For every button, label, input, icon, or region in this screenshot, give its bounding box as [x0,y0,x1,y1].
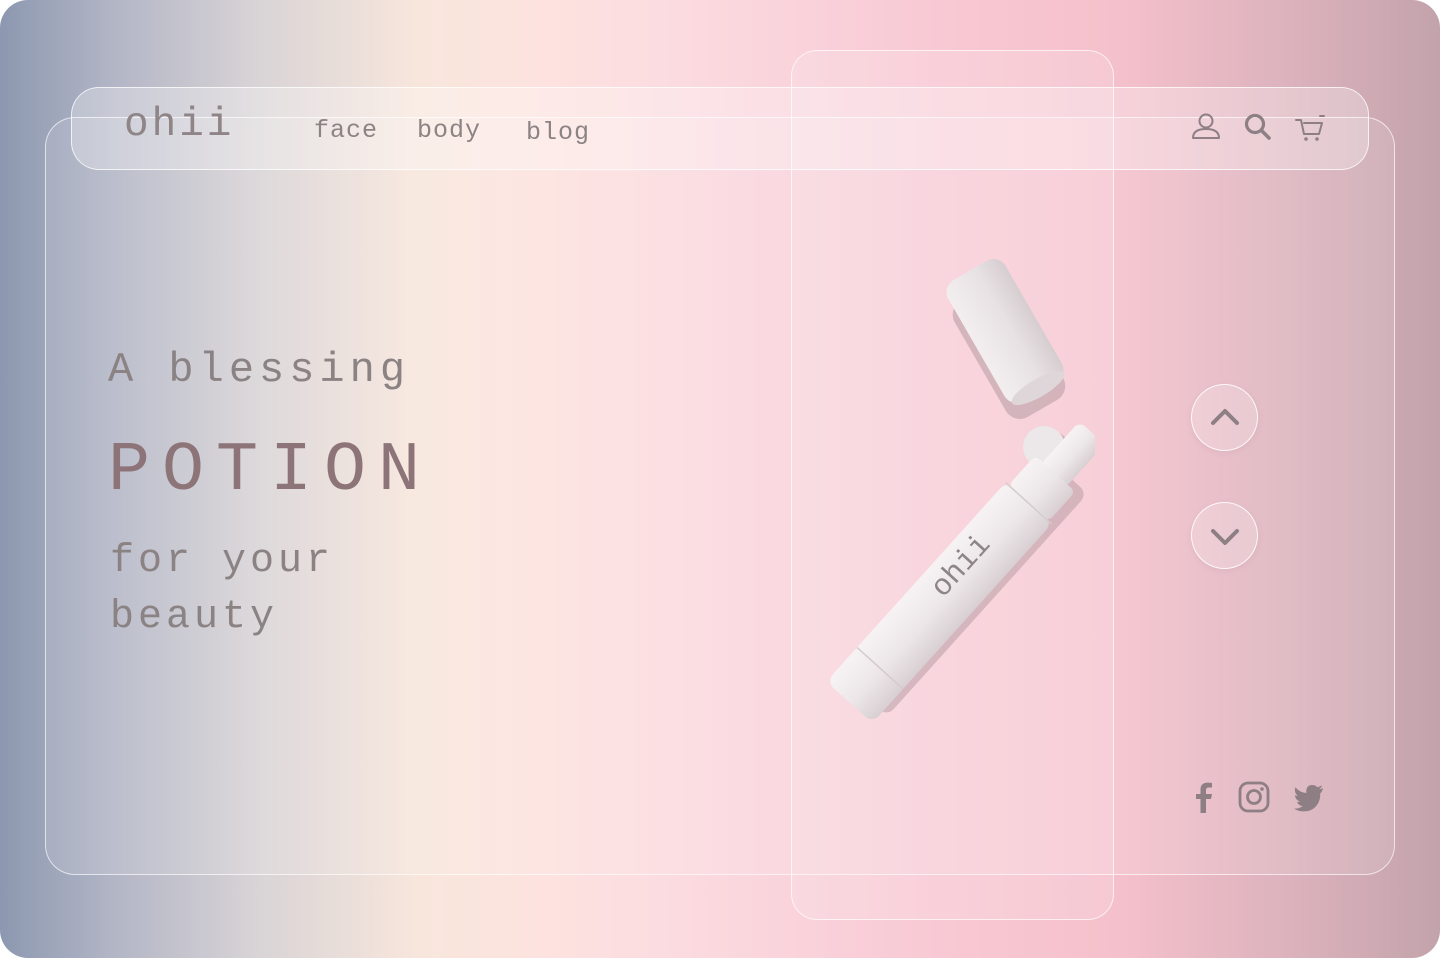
nav-link-face[interactable]: face [314,116,378,145]
hero-tagline: A blessing [108,346,411,394]
product-pen: ohii [830,424,1102,720]
instagram-icon[interactable] [1237,780,1271,814]
product-cap [946,259,1065,406]
facebook-icon[interactable] [1187,780,1221,814]
carousel-up-button[interactable] [1191,384,1258,451]
page-background: ohii face body blog A blessing POTION fo… [0,0,1440,958]
hero-title: POTION [108,432,433,511]
brand-logo[interactable]: ohii [124,102,234,148]
cart-icon[interactable] [1293,110,1327,144]
chevron-down-icon [1211,529,1239,545]
navigation-bar [71,87,1369,170]
carousel-down-button[interactable] [1191,502,1258,569]
search-icon[interactable] [1241,110,1275,144]
product-image: ohii [805,255,1102,735]
twitter-icon[interactable] [1292,780,1326,814]
hero-subtitle: for your beauty [110,539,335,640]
user-icon[interactable] [1189,110,1223,144]
nav-link-body[interactable]: body [417,116,481,145]
chevron-up-icon [1211,409,1239,425]
nav-link-blog[interactable]: blog [526,118,590,147]
